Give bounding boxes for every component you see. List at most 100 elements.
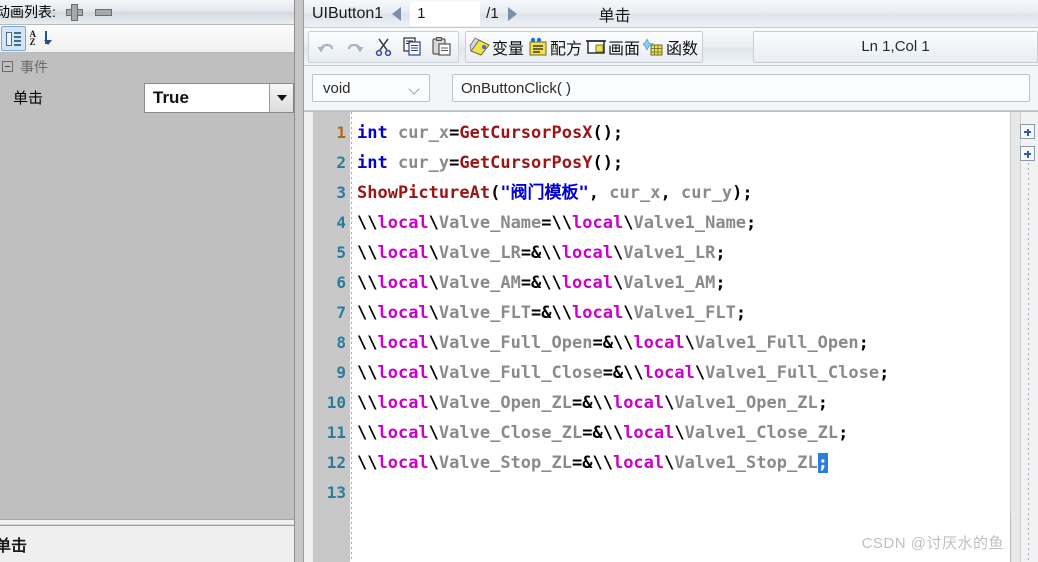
insert-recipe-button[interactable]: 配方 bbox=[526, 33, 584, 61]
code-token: \\ bbox=[357, 213, 378, 233]
undo-button[interactable] bbox=[311, 33, 340, 61]
screen-icon bbox=[586, 39, 607, 54]
line-number: 6 bbox=[336, 273, 346, 292]
cut-button[interactable] bbox=[369, 33, 398, 61]
code-token: =& bbox=[520, 273, 542, 293]
code-token: \\ bbox=[602, 423, 624, 443]
code-token: =& bbox=[582, 423, 603, 443]
return-type-select[interactable]: void bbox=[312, 74, 430, 102]
code-token: ; bbox=[746, 213, 757, 233]
code-token: \ bbox=[694, 363, 706, 383]
code-token: Valve_Stop_ZL bbox=[438, 453, 572, 473]
function-name-value: OnButtonClick( ) bbox=[461, 79, 572, 97]
code-line[interactable]: \\local\Valve_Stop_ZL=&\\local\Valve1_St… bbox=[355, 448, 1010, 478]
next-arrow-icon[interactable] bbox=[507, 6, 517, 21]
code-token: local bbox=[561, 243, 613, 263]
code-token: = bbox=[449, 153, 460, 173]
copy-button[interactable] bbox=[398, 33, 427, 61]
paste-button[interactable] bbox=[427, 33, 456, 61]
line-number: 2 bbox=[336, 153, 346, 172]
property-value-combobox[interactable]: True bbox=[144, 82, 294, 113]
property-value-dropdown-button[interactable] bbox=[269, 83, 294, 112]
code-token: GetCursorPosX bbox=[459, 123, 593, 143]
prev-arrow-icon[interactable] bbox=[392, 6, 402, 21]
property-panel-header: 动画列表: bbox=[0, 0, 303, 25]
code-token: \\ bbox=[612, 333, 634, 353]
insert-actions-group: 变量 配方 画面 函数 bbox=[465, 30, 704, 63]
copy-icon bbox=[403, 37, 421, 56]
expand-region-button-1[interactable] bbox=[1020, 124, 1035, 139]
code-token: \ bbox=[428, 303, 439, 323]
code-token: \\ bbox=[541, 273, 562, 293]
code-token: (); bbox=[592, 153, 624, 173]
vertical-scrollbar[interactable] bbox=[1011, 112, 1021, 562]
code-token: Valve1_Close_ZL bbox=[684, 423, 839, 443]
application-window: 动画列表: AZ 事件 单击 True 单击 UIButton1 1 /1 单击… bbox=[0, 0, 1038, 562]
function-name-field[interactable]: OnButtonClick( ) bbox=[452, 74, 1030, 102]
code-line[interactable]: ShowPictureAt("阀门模板", cur_x, cur_y); bbox=[355, 178, 1010, 208]
property-name-label: 单击 bbox=[13, 90, 44, 107]
code-line[interactable]: \\local\Valve_Name=\\local\Valve1_Name; bbox=[355, 208, 1010, 238]
code-token: \\ bbox=[357, 333, 378, 353]
code-token: \\ bbox=[623, 363, 644, 383]
code-line[interactable]: int cur_y=GetCursorPosY(); bbox=[355, 148, 1010, 178]
object-name-label: UIButton1 bbox=[312, 4, 384, 22]
property-description-text: 单击 bbox=[0, 538, 28, 555]
code-token: , bbox=[588, 183, 610, 203]
code-line[interactable]: \\local\Valve_LR=&\\local\Valve1_LR; bbox=[355, 238, 1010, 268]
add-animation-button[interactable] bbox=[65, 3, 83, 21]
code-token: Valve1_Stop_ZL bbox=[674, 453, 818, 473]
page-number-input[interactable] bbox=[410, 1, 481, 26]
edit-actions-group bbox=[308, 30, 459, 63]
expand-region-button-2[interactable] bbox=[1020, 146, 1035, 161]
categorized-view-button[interactable] bbox=[1, 26, 26, 51]
code-line[interactable]: \\local\Valve_Close_ZL=&\\local\Valve1_C… bbox=[355, 418, 1010, 448]
code-token: ( bbox=[490, 183, 501, 203]
code-token: local bbox=[612, 393, 665, 413]
editor-titlebar: UIButton1 /1 单击 bbox=[304, 0, 1038, 28]
insert-screen-button[interactable]: 画面 bbox=[584, 33, 642, 61]
code-token: =& bbox=[531, 303, 552, 323]
code-line[interactable]: \\local\Valve_Full_Close=&\\local\Valve1… bbox=[355, 358, 1010, 388]
chevron-down-icon bbox=[276, 94, 287, 101]
code-line[interactable]: int cur_x=GetCursorPosX(); bbox=[355, 118, 1010, 148]
code-token: \\ bbox=[357, 303, 378, 323]
code-editor[interactable]: 1 2 3 4 5 6 7 8 9 10 11 12 13 int cur_x=GetCursorPos… bbox=[304, 111, 1038, 562]
code-token: ); bbox=[732, 183, 753, 203]
line-number: 11 bbox=[326, 423, 346, 442]
property-panel-scrollbar[interactable] bbox=[294, 0, 303, 562]
code-token: =& bbox=[571, 393, 593, 413]
line-number: 9 bbox=[336, 363, 346, 382]
editor-caret-marker bbox=[1010, 514, 1011, 562]
code-token: Valve1_AM bbox=[623, 273, 716, 293]
code-line[interactable]: \\local\Valve_Open_ZL=&\\local\Valve1_Op… bbox=[355, 388, 1010, 418]
insert-function-button[interactable]: 函数 bbox=[642, 33, 700, 61]
code-token: ; bbox=[879, 363, 890, 383]
code-token: local bbox=[377, 453, 429, 473]
function-icon bbox=[643, 37, 663, 55]
code-token: ; bbox=[817, 453, 828, 473]
redo-button[interactable] bbox=[340, 33, 369, 61]
animation-list-title: 动画列表: bbox=[0, 4, 56, 20]
property-description-pane: 单击 bbox=[0, 525, 303, 562]
code-token: local bbox=[572, 303, 624, 323]
code-token: \ bbox=[612, 273, 624, 293]
alphabetical-sort-button[interactable]: AZ bbox=[26, 26, 52, 51]
code-token: GetCursorPosY bbox=[459, 153, 593, 173]
code-line[interactable] bbox=[355, 478, 1010, 508]
code-text-area[interactable]: int cur_x=GetCursorPosX(); int cur_y=GetC… bbox=[355, 112, 1010, 562]
insert-variable-button[interactable]: 变量 bbox=[468, 33, 526, 61]
property-category-event[interactable]: 事件 bbox=[0, 53, 303, 80]
collapse-icon[interactable] bbox=[2, 61, 13, 72]
insert-screen-label: 画面 bbox=[608, 40, 641, 58]
line-number: 8 bbox=[336, 333, 346, 352]
property-row-click[interactable]: 单击 True bbox=[0, 80, 303, 115]
line-number: 5 bbox=[336, 243, 346, 262]
code-line[interactable]: \\local\Valve_AM=&\\local\Valve1_AM; bbox=[355, 268, 1010, 298]
insert-recipe-label: 配方 bbox=[550, 40, 583, 58]
remove-animation-button[interactable] bbox=[94, 9, 112, 16]
code-token: Valve_Full_Open bbox=[438, 333, 593, 353]
code-token: \ bbox=[612, 243, 624, 263]
code-line[interactable]: \\local\Valve_FLT=&\\local\Valve1_FLT; bbox=[355, 298, 1010, 328]
code-line[interactable]: \\local\Valve_Full_Open=&\\local\Valve1_… bbox=[355, 328, 1010, 358]
